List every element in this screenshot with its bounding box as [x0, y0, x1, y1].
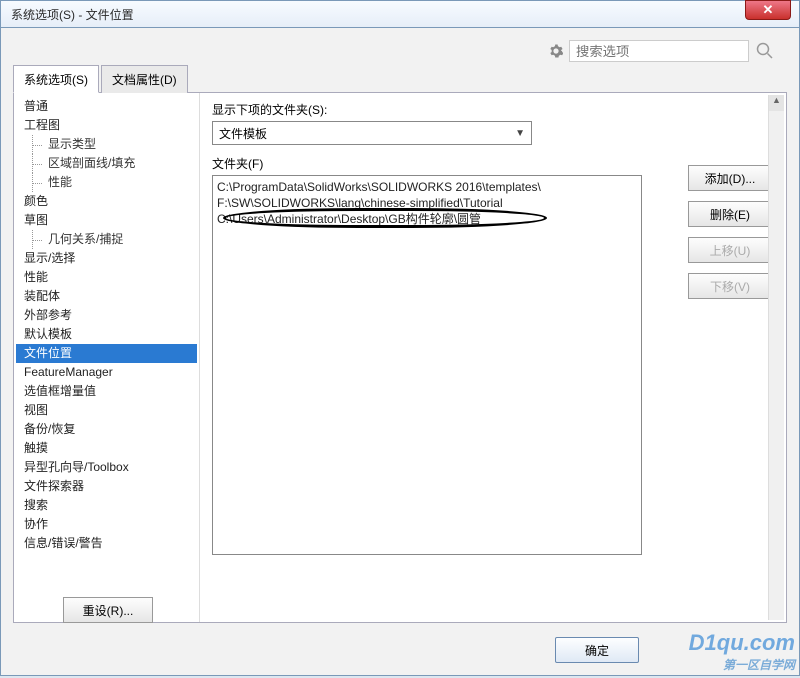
tree-item[interactable]: 颜色 — [16, 192, 197, 211]
tree-item[interactable]: 装配体 — [16, 287, 197, 306]
tab-document-properties[interactable]: 文档属性(D) — [101, 65, 188, 93]
tab-system-options[interactable]: 系统选项(S) — [13, 65, 99, 93]
tree-item[interactable]: 选值框增量值 — [16, 382, 197, 401]
show-folders-label: 显示下项的文件夹(S): — [212, 101, 774, 118]
dropdown-value: 文件模板 — [219, 125, 267, 142]
right-pane: 显示下项的文件夹(S): 文件模板 ▼ 文件夹(F) C:\ProgramDat… — [200, 93, 786, 622]
search-input[interactable] — [569, 40, 749, 62]
scroll-up-icon[interactable]: ▲ — [769, 95, 784, 111]
search-icon[interactable] — [755, 41, 775, 61]
folder-type-dropdown[interactable]: 文件模板 ▼ — [212, 121, 532, 145]
tree-item[interactable]: 普通 — [16, 97, 197, 116]
tree-item[interactable]: 几何关系/捕捉 — [16, 230, 197, 249]
folder-buttons: 添加(D)... 删除(E) 上移(U) 下移(V) — [688, 165, 772, 299]
folder-listbox[interactable]: C:\ProgramData\SolidWorks\SOLIDWORKS 201… — [212, 175, 642, 555]
tree-item[interactable]: 显示类型 — [16, 135, 197, 154]
gear-icon — [549, 44, 563, 58]
tree-item[interactable]: 协作 — [16, 515, 197, 534]
close-button[interactable]: ✕ — [745, 0, 791, 20]
tree-item[interactable]: 触摸 — [16, 439, 197, 458]
move-down-button: 下移(V) — [688, 273, 772, 299]
tree-item[interactable]: 性能 — [16, 268, 197, 287]
reset-button[interactable]: 重设(R)... — [63, 597, 153, 623]
tree-item[interactable]: 异型孔向导/Toolbox — [16, 458, 197, 477]
tree-item[interactable]: FeatureManager — [16, 363, 197, 382]
tree-item[interactable]: 外部参考 — [16, 306, 197, 325]
list-item[interactable]: C:\ProgramData\SolidWorks\SOLIDWORKS 201… — [217, 179, 637, 195]
tree-item[interactable]: 性能 — [16, 173, 197, 192]
ok-button[interactable]: 确定 — [555, 637, 639, 663]
nav-tree: 普通工程图显示类型区域剖面线/填充性能颜色草图几何关系/捕捉显示/选择性能装配体… — [14, 93, 200, 622]
tree-item[interactable]: 默认模板 — [16, 325, 197, 344]
delete-button[interactable]: 删除(E) — [688, 201, 772, 227]
add-button[interactable]: 添加(D)... — [688, 165, 772, 191]
content-panel: 普通工程图显示类型区域剖面线/填充性能颜色草图几何关系/捕捉显示/选择性能装配体… — [13, 93, 787, 623]
titlebar: 系统选项(S) - 文件位置 ✕ — [0, 0, 800, 28]
tree-item[interactable]: 工程图 — [16, 116, 197, 135]
dialog-body: 系统选项(S) 文档属性(D) 普通工程图显示类型区域剖面线/填充性能颜色草图几… — [0, 28, 800, 676]
watermark: D1qu.com 第一区自学网 — [689, 630, 795, 673]
move-up-button: 上移(U) — [688, 237, 772, 263]
tree-item[interactable]: 区域剖面线/填充 — [16, 154, 197, 173]
search-row — [549, 40, 775, 62]
tree-item[interactable]: 视图 — [16, 401, 197, 420]
tree-item[interactable]: 搜索 — [16, 496, 197, 515]
tree-item[interactable]: 文件探索器 — [16, 477, 197, 496]
scrollbar[interactable]: ▲ — [768, 95, 784, 620]
tree-item[interactable]: 显示/选择 — [16, 249, 197, 268]
tree-item[interactable]: 信息/错误/警告 — [16, 534, 197, 553]
window-title: 系统选项(S) - 文件位置 — [11, 6, 795, 23]
tree-item[interactable]: 文件位置 — [16, 344, 197, 363]
list-item[interactable]: C:\Users\Administrator\Desktop\GB构件轮廓\圆管 — [217, 211, 637, 227]
list-item[interactable]: F:\SW\SOLIDWORKS\lang\chinese-simplified… — [217, 195, 637, 211]
tree-item[interactable]: 备份/恢复 — [16, 420, 197, 439]
chevron-down-icon: ▼ — [515, 128, 525, 139]
tree-item[interactable]: 草图 — [16, 211, 197, 230]
tab-strip: 系统选项(S) 文档属性(D) — [13, 64, 787, 93]
